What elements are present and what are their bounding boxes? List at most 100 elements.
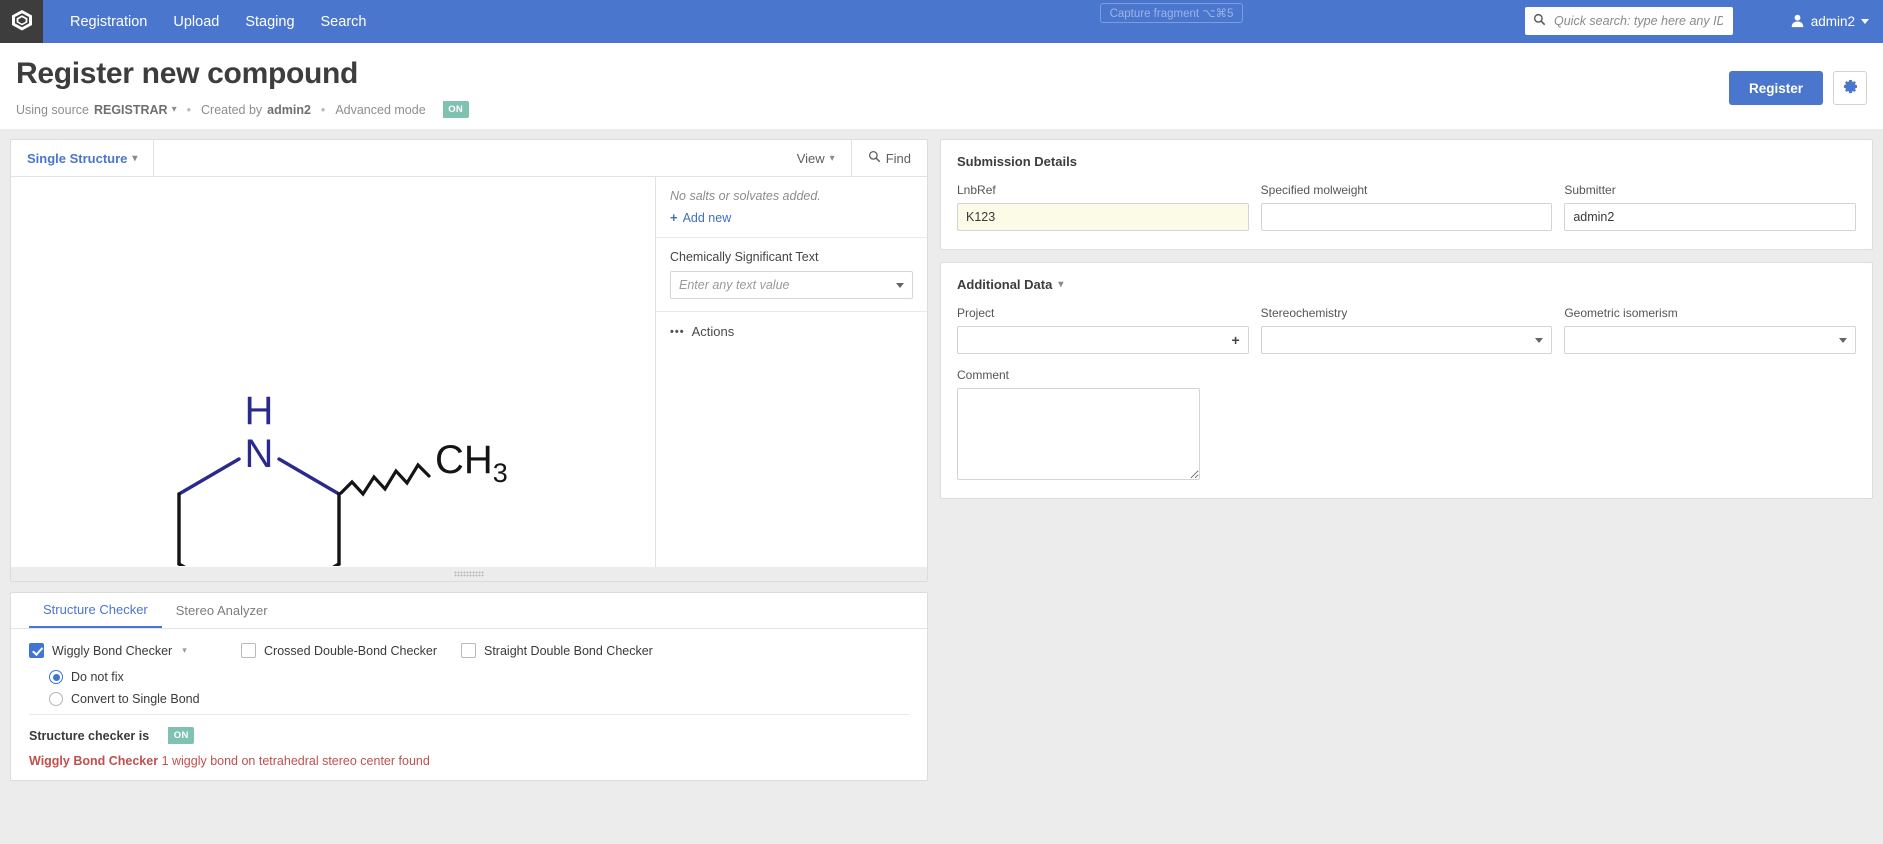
option-crossed-double-bond-checker[interactable]: Crossed Double-Bond Checker	[241, 643, 461, 658]
app-logo[interactable]	[0, 0, 43, 43]
page-title: Register new compound	[16, 57, 1867, 91]
checkbox-wiggly-bond[interactable]	[29, 643, 44, 658]
submission-fields-grid: LnbRef Specified molweight Submitter	[957, 183, 1856, 231]
radio-convert-to-single-bond[interactable]: Convert to Single Bond	[49, 692, 909, 706]
right-column: Submission Details LnbRef Specified molw…	[940, 139, 1873, 511]
source-value[interactable]: REGISTRAR	[94, 103, 168, 117]
left-column: Single Structure ▾ View ▾ Find	[10, 139, 928, 781]
nav-item-search[interactable]: Search	[308, 0, 380, 43]
view-menu-button[interactable]: View ▾	[781, 140, 851, 176]
option-label-wiggly: Wiggly Bond Checker	[52, 644, 172, 658]
page-subline: Using source REGISTRAR ▾ • Created by ad…	[16, 101, 1867, 118]
chevron-down-icon[interactable]: ▾	[182, 645, 187, 656]
quick-search-container[interactable]	[1525, 7, 1733, 35]
select-geometric-isomerism[interactable]	[1564, 326, 1856, 354]
checker-message: Wiggly Bond Checker 1 wiggly bond on tet…	[11, 744, 927, 780]
chevron-down-icon[interactable]: ▾	[172, 104, 177, 115]
comment-field-wrap: Comment	[957, 368, 1856, 480]
structure-checker-toggle[interactable]: ON	[160, 727, 194, 744]
input-submitter[interactable]	[1564, 203, 1856, 231]
add-new-label: Add new	[683, 211, 732, 225]
input-specified-molweight[interactable]	[1261, 203, 1553, 231]
search-icon	[868, 150, 881, 166]
select-project[interactable]: +	[957, 326, 1249, 354]
user-name: admin2	[1811, 14, 1855, 29]
advanced-mode-label: Advanced mode	[335, 103, 425, 117]
field-specified-molweight: Specified molweight	[1261, 183, 1553, 231]
checkbox-crossed-double-bond[interactable]	[241, 643, 256, 658]
find-button-label: Find	[886, 151, 911, 166]
add-new-salt-button[interactable]: + Add new	[670, 210, 731, 225]
label-comment: Comment	[957, 368, 1856, 382]
nav-item-staging[interactable]: Staging	[232, 0, 307, 43]
chemically-significant-text-section: Chemically Significant Text Enter any te…	[656, 238, 927, 312]
actions-section[interactable]: ••• Actions	[656, 312, 927, 351]
ellipsis-icon: •••	[670, 326, 685, 338]
panel-resize-strip[interactable]	[11, 567, 927, 581]
tab-structure-checker[interactable]: Structure Checker	[29, 593, 162, 628]
actions-menu[interactable]: ••• Actions	[670, 324, 913, 339]
molecule-drawing: N H CH3	[11, 177, 655, 566]
nav-item-registration[interactable]: Registration	[57, 0, 160, 43]
top-navbar: Registration Upload Staging Search Captu…	[0, 0, 1883, 43]
toolbar-spacer	[154, 140, 780, 176]
label-submitter: Submitter	[1564, 183, 1856, 197]
radio-do-not-fix[interactable]: Do not fix	[49, 670, 909, 684]
chevron-down-icon: ▾	[830, 153, 835, 164]
actions-label: Actions	[692, 324, 735, 339]
option-label-straight: Straight Double Bond Checker	[484, 644, 653, 658]
settings-button[interactable]	[1833, 71, 1867, 105]
structure-canvas[interactable]: N H CH3	[11, 177, 655, 567]
field-project: Project +	[957, 306, 1249, 354]
label-specified-molweight: Specified molweight	[1261, 183, 1553, 197]
page-header: Register new compound Using source REGIS…	[0, 43, 1883, 129]
checker-body: Wiggly Bond Checker ▾ Crossed Double-Bon…	[11, 629, 927, 715]
tab-stereo-analyzer[interactable]: Stereo Analyzer	[162, 593, 282, 628]
plus-icon[interactable]: +	[1231, 333, 1239, 347]
cube-logo-icon	[9, 7, 35, 36]
textarea-comment[interactable]	[957, 388, 1200, 480]
label-project: Project	[957, 306, 1249, 320]
advanced-mode-toggle[interactable]: ON	[435, 101, 469, 118]
additional-data-title[interactable]: Additional Data ▾	[957, 277, 1856, 292]
nav-item-upload[interactable]: Upload	[160, 0, 232, 43]
additional-fields-grid: Project + Stereochemistry Geometric isom…	[957, 306, 1856, 354]
label-stereochemistry: Stereochemistry	[1261, 306, 1553, 320]
checker-status-label: Structure checker is	[29, 729, 149, 743]
register-button[interactable]: Register	[1729, 71, 1823, 105]
salts-section: No salts or solvates added. + Add new	[656, 177, 927, 238]
capture-fragment-tooltip: Capture fragment ⌥⌘5	[1100, 3, 1243, 23]
user-menu[interactable]: admin2	[1790, 0, 1869, 43]
radio-button-convert-single[interactable]	[49, 692, 63, 706]
cst-placeholder: Enter any text value	[679, 278, 896, 292]
radio-label-convert-single: Convert to Single Bond	[71, 692, 200, 706]
gear-icon	[1843, 79, 1858, 97]
cst-select[interactable]: Enter any text value	[670, 271, 913, 299]
chevron-down-icon[interactable]: ▾	[1058, 279, 1063, 290]
toggle-state-label: ON	[443, 104, 469, 115]
search-input[interactable]	[1552, 13, 1725, 29]
select-stereochemistry[interactable]	[1261, 326, 1553, 354]
chevron-down-icon	[896, 283, 904, 288]
field-geometric-isomerism: Geometric isomerism	[1564, 306, 1856, 354]
plus-icon: +	[670, 210, 678, 225]
radio-button-do-not-fix[interactable]	[49, 670, 63, 684]
separator-dot: •	[187, 103, 191, 117]
checkbox-straight-double-bond[interactable]	[461, 643, 476, 658]
radio-label-do-not-fix: Do not fix	[71, 670, 124, 684]
option-wiggly-bond-checker[interactable]: Wiggly Bond Checker ▾	[29, 643, 241, 658]
primary-nav: Registration Upload Staging Search	[57, 0, 379, 43]
additional-data-card: Additional Data ▾ Project + Stereochemis…	[940, 262, 1873, 499]
mode-selector-single-structure[interactable]: Single Structure ▾	[11, 140, 154, 176]
resize-grip-handle[interactable]	[454, 571, 484, 577]
mode-selector-label: Single Structure	[27, 151, 127, 166]
chevron-down-icon	[1535, 338, 1543, 343]
find-button[interactable]: Find	[851, 140, 927, 176]
input-lnbref[interactable]	[957, 203, 1249, 231]
option-straight-double-bond-checker[interactable]: Straight Double Bond Checker	[461, 643, 653, 658]
view-menu-label: View	[797, 151, 825, 166]
atom-label-ch3: CH3	[435, 438, 508, 488]
wiggly-fix-radio-group: Do not fix Convert to Single Bond	[49, 670, 909, 706]
atom-label-h: H	[245, 389, 274, 433]
structure-editor-card: Single Structure ▾ View ▾ Find	[10, 139, 928, 582]
